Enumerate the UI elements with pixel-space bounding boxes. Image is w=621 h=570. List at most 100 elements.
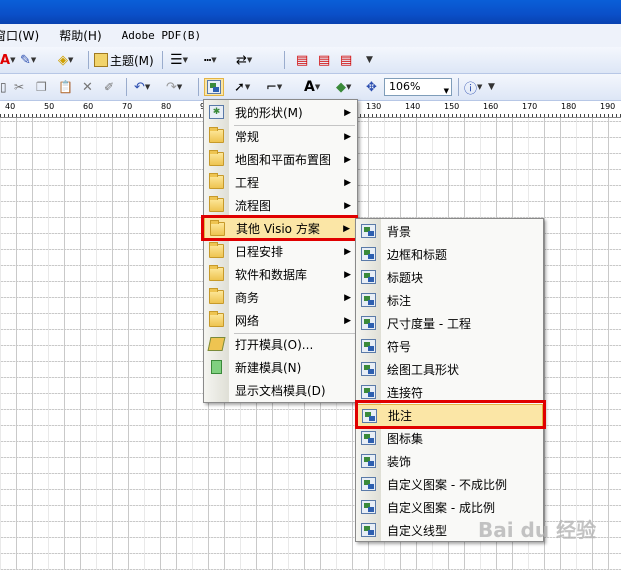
stencil-icon [361,247,376,261]
chevron-right-icon: ▶ [344,177,351,188]
submenu-item-label: 背景 [387,225,412,239]
submenu-item-label: 边框和标题 [387,248,448,262]
menu-window[interactable]: 窗口(W) [0,27,39,44]
toolbar-options-icon[interactable]: ▼ [366,51,373,69]
pan-zoom-icon[interactable]: ✥ [366,78,377,96]
menu-item-business[interactable]: 商务 ▶ [204,286,357,309]
menu-item-flowchart[interactable]: 流程图 ▶ [204,194,357,217]
ruler-tick: 180 [560,102,578,111]
menu-item-new-stencil[interactable]: 新建模具(N) [204,356,357,379]
stencil-icon [361,339,376,353]
menu-item-my-shapes[interactable]: ✱ 我的形状(M) ▶ [204,101,357,124]
theme-icon [94,53,108,67]
folder-icon [209,173,224,189]
theme-label: 主题(M) [110,53,154,68]
shapes-menu: ✱ 我的形状(M) ▶ 常规 ▶ 地图和平面布置图 ▶ 工程 ▶ 流程图 ▶ 其… [203,99,358,403]
menu-item-schedule[interactable]: 日程安排 ▶ [204,240,357,263]
ruler-tick: 140 [404,102,422,111]
chevron-right-icon: ▶ [344,315,351,326]
stencil-icon [361,293,376,307]
highlight-box-annotations [355,400,546,429]
line-color-button[interactable]: ✎ ▼ [20,51,36,69]
line-ends-button[interactable]: ⇄ ▼ [236,51,252,69]
title-bar [0,0,621,24]
submenu-item-label: 连接符 [387,386,424,400]
copy-icon[interactable]: ❐ [36,78,47,96]
undo-button[interactable]: ↶ ▼ [134,78,150,96]
submenu-item-borders-titles[interactable]: 边框和标题 [356,243,543,266]
line-weight-button[interactable]: ☰ ▼ [170,51,188,69]
ruler-tick: 40 [4,102,17,111]
submenu-item-label: 图标集 [387,432,424,446]
text-tool-button[interactable]: A ▼ [304,78,320,96]
submenu-item-label: 绘图工具形状 [387,363,460,377]
submenu-item-label: 标注 [387,294,412,308]
save-icon[interactable]: ▯ [0,78,7,96]
shapes-icon [207,80,221,94]
stencil-icon [361,431,376,445]
submenu-item-custom-patterns-unscaled[interactable]: 自定义图案 - 不成比例 [356,473,543,496]
submenu-item-label: 装饰 [387,455,412,469]
submenu-item-icon-sets[interactable]: 图标集 [356,427,543,450]
submenu-item-drawing-tool-shapes[interactable]: 绘图工具形状 [356,358,543,381]
stencil-icon [361,362,376,376]
shapes-button[interactable] [204,78,224,96]
menu-item-engineering[interactable]: 工程 ▶ [204,171,357,194]
menu-item-maps[interactable]: 地图和平面布置图 ▶ [204,148,357,171]
stencil-icon [361,385,376,399]
toolbar-options-icon-2[interactable]: ▼ [488,78,495,96]
pdf-review-icon[interactable]: ▤ [340,51,352,69]
zoom-select[interactable]: 106% ▼ [384,78,452,96]
menu-item-label: 常规 [235,130,260,144]
stencil-icon [361,270,376,284]
open-folder-icon [207,337,226,351]
pdf-convert-icon[interactable]: ▤ [296,51,308,69]
submenu-item-label: 尺寸度量 - 工程 [387,317,471,331]
menu-item-label: 工程 [235,176,260,190]
menu-item-general[interactable]: 常规 ▶ [204,125,357,148]
menu-item-show-doc-stencil[interactable]: 显示文档模具(D) [204,379,357,402]
folder-icon [209,265,224,281]
ruler-tick: 60 [82,102,95,111]
theme-button[interactable]: 主题(M) [94,51,154,69]
help-icon[interactable]: ⓘ ▼ [464,78,482,97]
submenu-item-dimensioning[interactable]: 尺寸度量 - 工程 [356,312,543,335]
ruler-tick: 50 [43,102,56,111]
delete-icon[interactable]: ✕ [82,78,93,96]
submenu-item-label: 标题块 [387,271,424,285]
folder-icon [209,127,224,143]
ruler-tick: 150 [443,102,461,111]
submenu-item-title-blocks[interactable]: 标题块 [356,266,543,289]
menu-item-network[interactable]: 网络 ▶ [204,309,357,332]
menu-adobe-pdf[interactable]: Adobe PDF(B) [122,29,201,42]
font-color-button[interactable]: A ▼ [0,51,15,69]
zoom-value: 106% [389,80,421,93]
chevron-down-icon: ▼ [443,87,449,95]
star-icon: ✱ [209,105,224,119]
fill-color-button[interactable]: ◈ ▼ [58,51,73,69]
redo-button[interactable]: ↷ ▼ [166,78,182,96]
submenu-item-decorations[interactable]: 装饰 [356,450,543,473]
drawing-tools-button[interactable]: ◆ ▼ [336,78,351,96]
menu-item-software-db[interactable]: 软件和数据库 ▶ [204,263,357,286]
highlight-box-other-visio [201,215,358,241]
menu-item-label: 我的形状(M) [235,106,303,120]
line-pattern-button[interactable]: ┅ ▼ [204,51,217,69]
menu-item-open-stencil[interactable]: 打开模具(O)... [204,333,357,356]
folder-icon [209,288,224,304]
format-painter-icon[interactable]: ✐ [104,78,114,96]
connector-tool-button[interactable]: ⌐ ▼ [266,78,282,96]
folder-icon [209,150,224,166]
cut-icon[interactable]: ✂ [14,78,24,96]
menu-item-label: 地图和平面布置图 [235,153,332,167]
chevron-right-icon: ▶ [344,107,351,118]
paste-icon[interactable]: 📋 [58,78,73,96]
pointer-tool-button[interactable]: ➚ ▼ [234,78,250,96]
submenu-item-background[interactable]: 背景 [356,220,543,243]
submenu-item-symbols[interactable]: 符号 [356,335,543,358]
submenu-item-callouts[interactable]: 标注 [356,289,543,312]
menu-item-label: 流程图 [235,199,272,213]
menu-item-label: 日程安排 [235,245,284,259]
pdf-email-icon[interactable]: ▤ [318,51,330,69]
menu-help[interactable]: 帮助(H) [59,27,101,44]
